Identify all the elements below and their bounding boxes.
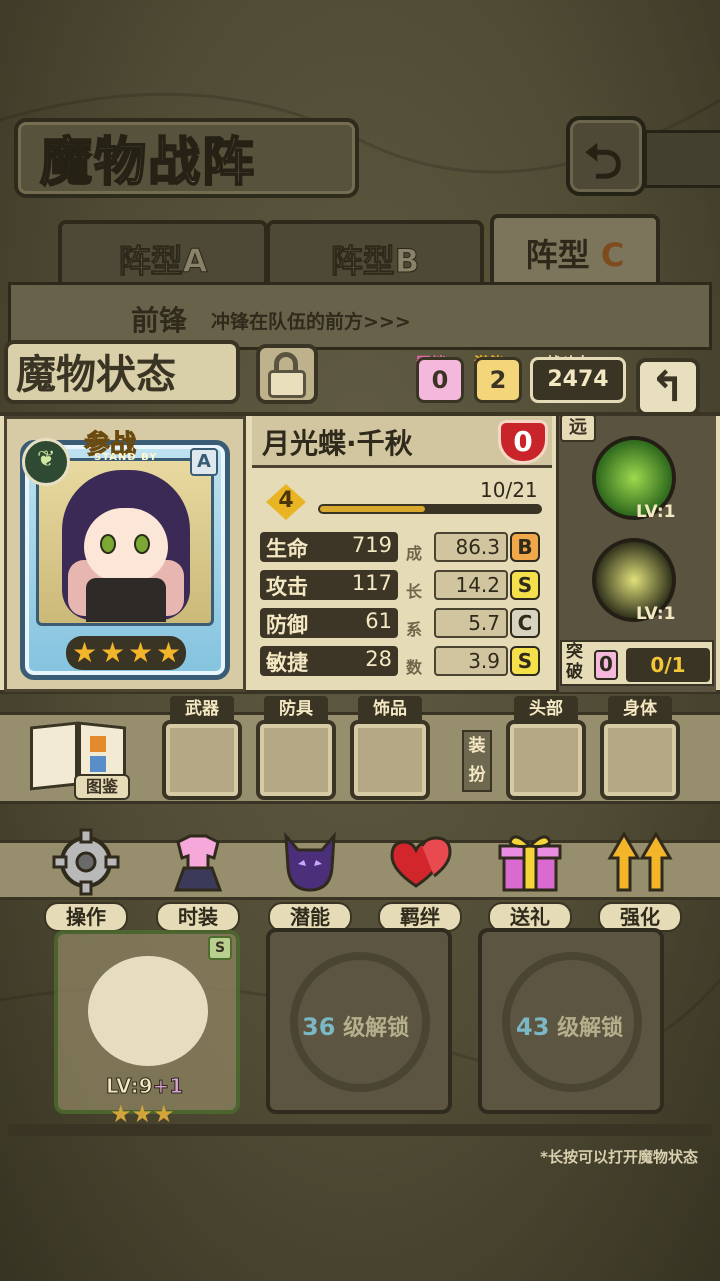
potential-button[interactable]: 潜能 bbox=[262, 820, 358, 936]
gift-box-icon bbox=[498, 835, 562, 892]
growth-attack: 14.2 bbox=[434, 570, 508, 600]
growth-hp: 86.3 bbox=[434, 532, 508, 562]
slot-label: 头部 bbox=[514, 696, 578, 722]
monster-name: 月光蝶·千秋 bbox=[262, 427, 413, 460]
team-member-grade: S bbox=[208, 936, 232, 960]
slot-label: 防具 bbox=[264, 696, 328, 722]
team-member-portrait bbox=[88, 956, 208, 1066]
grade-badge: C bbox=[510, 608, 540, 638]
operate-button[interactable]: 操作 bbox=[38, 820, 134, 936]
star-rating: ★ ★ ★ ★ bbox=[66, 636, 186, 670]
breakthrough-label: 突破 bbox=[566, 642, 583, 682]
heart-value: 0 bbox=[513, 425, 533, 458]
lock-icon-body bbox=[268, 370, 306, 398]
stat-label: 敏捷 bbox=[266, 651, 308, 675]
star-icon: ★ bbox=[100, 636, 126, 669]
action-label: 操作 bbox=[44, 902, 128, 932]
potential-chip: 2 bbox=[474, 357, 522, 403]
breakthrough-progress: 0/1 bbox=[626, 648, 710, 682]
armor-slot[interactable] bbox=[256, 720, 336, 800]
gift-button[interactable]: 送礼 bbox=[482, 820, 578, 936]
shadow-demon-icon bbox=[284, 831, 336, 892]
monster-face bbox=[84, 508, 168, 582]
stand-by-sub: STAND BY bbox=[94, 452, 158, 463]
stat-value: 117 bbox=[351, 571, 392, 595]
monster-body bbox=[86, 578, 166, 622]
stat-label: 防御 bbox=[266, 613, 308, 637]
team-member-level-plus: +1 bbox=[152, 1074, 184, 1099]
skill-level: LV:1 bbox=[636, 502, 676, 522]
range-tag: 远 bbox=[560, 414, 596, 442]
team-member-level: LV:9+1 bbox=[105, 1074, 184, 1099]
stat-attack: 攻击 117 bbox=[260, 570, 398, 600]
dress-tag: 装扮 bbox=[462, 730, 492, 792]
growth-value: 3.9 bbox=[468, 649, 500, 673]
element-badge: ❦ bbox=[22, 438, 70, 486]
skill-level: LV:1 bbox=[636, 604, 676, 624]
slot-label: 身体 bbox=[608, 696, 672, 722]
rank-badge: A bbox=[190, 448, 218, 476]
eye-right bbox=[134, 534, 150, 554]
leaf-icon: ❦ bbox=[37, 447, 56, 472]
power-chip: 2474 bbox=[530, 357, 626, 403]
potential-value: 2 bbox=[489, 366, 507, 394]
hint-text: *长按可以打开魔物状态 bbox=[540, 1148, 698, 1166]
accessory-slot[interactable] bbox=[350, 720, 430, 800]
return-arrow-icon: ↰ bbox=[650, 362, 686, 411]
close-status-button[interactable]: ↰ bbox=[636, 358, 700, 416]
gear-icon bbox=[52, 828, 120, 896]
stat-value: 719 bbox=[351, 533, 392, 557]
unlock-text-2: 43 级解锁 bbox=[516, 1013, 624, 1041]
power-value: 2474 bbox=[547, 367, 609, 392]
stat-hp: 生命 719 bbox=[260, 532, 398, 562]
bond-value: 0 bbox=[431, 366, 449, 394]
stat-label: 生命 bbox=[266, 537, 308, 561]
status-title: 魔物状态 bbox=[16, 352, 176, 398]
enhance-button[interactable]: 强化 bbox=[592, 820, 688, 936]
breakthrough-count: 0 bbox=[594, 650, 618, 680]
footer-bar bbox=[8, 1124, 712, 1136]
growth-value: 86.3 bbox=[455, 535, 500, 559]
action-label: 时装 bbox=[156, 902, 240, 932]
growth-label: 系 bbox=[406, 620, 423, 639]
growth-label: 数 bbox=[406, 658, 423, 677]
lock-button[interactable] bbox=[256, 344, 318, 404]
hearts-icon bbox=[390, 836, 452, 888]
star-icon: ★ bbox=[156, 636, 182, 669]
slot-label: 武器 bbox=[170, 696, 234, 722]
star-icon: ★ bbox=[72, 636, 98, 669]
exp-bar-fill bbox=[320, 506, 425, 512]
exp-text: 10/21 bbox=[480, 478, 538, 502]
growth-label: 长 bbox=[406, 582, 423, 601]
grade-badge: S bbox=[510, 570, 540, 600]
body-slot[interactable] bbox=[600, 720, 680, 800]
stat-defense: 防御 61 bbox=[260, 608, 398, 638]
head-slot[interactable] bbox=[506, 720, 586, 800]
growth-defense: 5.7 bbox=[434, 608, 508, 638]
encyclopedia-label[interactable]: 图鉴 bbox=[74, 774, 130, 800]
growth-agility: 3.9 bbox=[434, 646, 508, 676]
bond-chip: 0 bbox=[416, 357, 464, 403]
growth-label: 成 bbox=[406, 544, 423, 563]
stat-label: 攻击 bbox=[266, 575, 308, 599]
eye-left bbox=[100, 534, 116, 554]
unlock-text-1: 36 级解锁 bbox=[302, 1013, 410, 1041]
stat-value: 28 bbox=[365, 647, 392, 671]
star-icon: ★ bbox=[128, 636, 154, 669]
grade-badge: S bbox=[510, 646, 540, 676]
grade-badge: B bbox=[510, 532, 540, 562]
weapon-slot[interactable] bbox=[162, 720, 242, 800]
bond-button[interactable]: 羁绊 bbox=[372, 820, 468, 936]
clothing-icon bbox=[173, 834, 223, 892]
stat-agility: 敏捷 28 bbox=[260, 646, 398, 676]
slot-label: 饰品 bbox=[358, 696, 422, 722]
breakthrough-box[interactable]: 突破 0 0/1 bbox=[560, 640, 714, 686]
growth-value: 5.7 bbox=[468, 611, 500, 635]
team-member-level-value: LV:9 bbox=[105, 1074, 153, 1099]
up-arrows-icon bbox=[607, 831, 673, 892]
growth-value: 14.2 bbox=[455, 573, 500, 597]
costume-button[interactable]: 时装 bbox=[150, 820, 246, 936]
stat-value: 61 bbox=[365, 609, 392, 633]
affection-heart: 0 bbox=[498, 420, 548, 464]
